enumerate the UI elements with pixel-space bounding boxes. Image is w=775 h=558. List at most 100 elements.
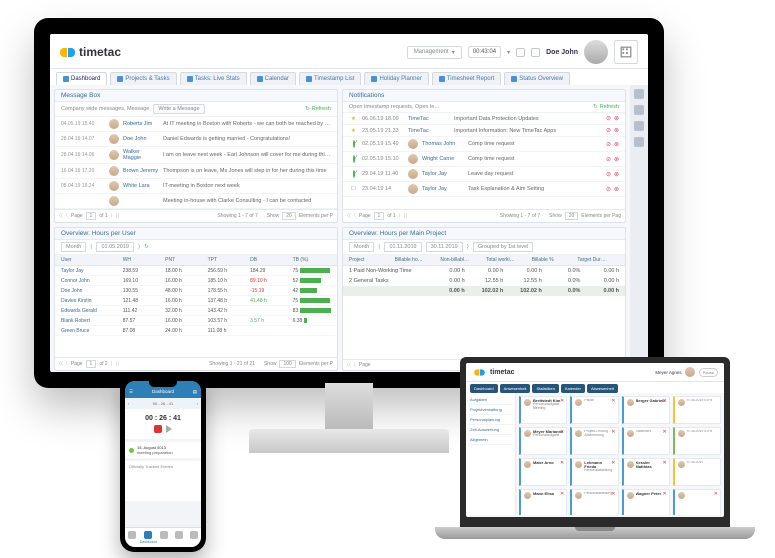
person-card[interactable]: Meyer MariannePersonalaufgabe ✕ — [519, 427, 567, 455]
col-header[interactable]: Billable % — [530, 257, 576, 263]
notification-row[interactable]: ★ 23.05.19 21.33 TimeTac Important Infor… — [343, 125, 625, 137]
prev-day-icon[interactable]: ‹ — [128, 401, 129, 406]
message-row[interactable]: Meeting in-house with Clarke Consulting … — [55, 194, 337, 209]
close-icon[interactable]: ✕ — [560, 398, 564, 404]
delete-icon[interactable]: ⊗ — [614, 186, 619, 193]
laptop-tab[interactable]: Abwesenheit — [587, 384, 618, 393]
brand-logo[interactable]: timetac — [472, 368, 515, 377]
nav-item[interactable] — [172, 528, 187, 547]
delete-icon[interactable]: ⊗ — [614, 171, 619, 178]
play-button[interactable] — [166, 425, 172, 433]
brand-logo[interactable]: timetac — [60, 45, 121, 59]
person-card[interactable]: h: 08.2019 0.0% — [673, 427, 721, 455]
play-icon[interactable] — [531, 48, 540, 57]
period-select[interactable]: Month — [349, 242, 374, 252]
user-avatar[interactable] — [685, 367, 695, 377]
table-row[interactable]: Green Bruce 87.08 24.00 h 111.08 h — [55, 326, 337, 336]
person-card[interactable]: Mann Elisa ✕ — [519, 489, 567, 515]
session-timer[interactable]: 00:43:04 — [468, 46, 501, 58]
sidebar-item[interactable]: Zeit-Auswertung — [468, 425, 513, 435]
laptop-tab[interactable]: Dashboard — [470, 384, 498, 393]
rail-icon[interactable] — [634, 121, 644, 131]
close-icon[interactable]: ✕ — [611, 460, 615, 466]
table-row[interactable]: Davies Kirstin 121.48 16.00 h 137.48 h 4… — [55, 296, 337, 306]
col-header[interactable]: Target Dur… — [575, 257, 621, 263]
rail-icon[interactable] — [634, 137, 644, 147]
table-row[interactable]: Edwards Gerald 111.42 32.00 h 143.42 h 8… — [55, 306, 337, 316]
org-button[interactable] — [614, 40, 638, 64]
group-select[interactable]: Grouped by 1st level — [473, 242, 533, 252]
stop-button[interactable] — [154, 425, 162, 433]
prev-page-icon[interactable]: ⟨ — [66, 213, 68, 219]
period-select[interactable]: Month — [61, 242, 86, 252]
tab-timesheet-report[interactable]: Timesheet Report — [432, 72, 501, 85]
message-row[interactable]: 28.04.19 14.06 Walker Maggie I am on lea… — [55, 147, 337, 164]
notification-row[interactable]: 02.05.19 15.49 Thomas John Comp time req… — [343, 137, 625, 152]
col-header[interactable]: Billable ho… — [393, 257, 439, 263]
refresh-button[interactable]: Refresh — [305, 106, 331, 112]
table-row[interactable]: 2 General Tasks0.00 h12.55 h12.55 h0.0%0… — [343, 276, 625, 286]
nav-item[interactable] — [186, 528, 201, 547]
tab-timestamp-list[interactable]: Timestamp List — [299, 72, 361, 85]
person-card[interactable]: Pause ✕ — [570, 396, 618, 424]
close-icon[interactable]: ✕ — [560, 429, 564, 435]
close-icon[interactable]: ✕ — [663, 398, 667, 404]
person-card[interactable]: ✕ — [673, 489, 721, 515]
notification-row[interactable]: ☐ 23.04.19 14 Taylor Jay Task Explanatio… — [343, 182, 625, 197]
next-page-icon[interactable]: ⟩ — [111, 213, 113, 219]
delete-icon[interactable]: ⊗ — [614, 156, 619, 163]
col-header[interactable]: DB — [248, 257, 290, 263]
person-card[interactable]: h: 08.2019 — [673, 458, 721, 486]
refresh-button[interactable]: Refresh — [593, 104, 619, 110]
write-message-button[interactable]: Write a Message — [153, 104, 204, 114]
chevron-down-icon[interactable]: ▾ — [507, 49, 510, 56]
col-header[interactable]: Project — [347, 257, 393, 263]
page-input[interactable]: 1 — [86, 212, 97, 220]
sidebar-item[interactable]: Projektverwaltung — [468, 405, 513, 415]
close-icon[interactable]: ✕ — [560, 460, 564, 466]
col-header[interactable]: User — [59, 257, 121, 263]
tab-dashboard[interactable]: Dashboard — [56, 72, 107, 85]
task-list[interactable]: Officially Tracked Entries — [125, 461, 201, 501]
menu-icon[interactable]: ☰ — [129, 389, 133, 395]
notification-row[interactable]: ★ 06.06.19 18.09 TimeTac Important Data … — [343, 113, 625, 125]
close-icon[interactable]: ✕ — [611, 429, 615, 435]
sidebar-item[interactable]: Allgemein — [468, 435, 513, 445]
table-row[interactable]: Taylor Jay 238.59 18.00 h 256.59 h 184.2… — [55, 266, 337, 276]
notification-row[interactable]: 29.04.19 11.40 Taylor Jay Leave day requ… — [343, 167, 625, 182]
close-icon[interactable]: ✕ — [560, 491, 564, 497]
search-icon[interactable]: ⊘ — [606, 115, 611, 122]
laptop-username[interactable]: Meyer Agnes — [655, 370, 681, 375]
laptop-tab[interactable]: Anwesenheit — [500, 384, 531, 393]
first-page-icon[interactable]: ⟨⟨ — [59, 213, 63, 219]
table-row[interactable]: Connor John 169.10 16.00 h 185.10 h 89.1… — [55, 276, 337, 286]
col-header[interactable]: TB (%) — [291, 257, 333, 263]
close-icon[interactable]: ✕ — [663, 491, 667, 497]
table-row[interactable]: Blank Robert 87.57 16.00 h 103.57 h 3.57… — [55, 316, 337, 326]
table-row[interactable]: 1 Paid Non-Working Time0.00 h0.00 h0.00 … — [343, 266, 625, 276]
person-card[interactable]: Projekt-Leitung Abstimmung ✕ — [570, 427, 618, 455]
stop-icon[interactable] — [516, 48, 525, 57]
username[interactable]: Doe John — [546, 49, 578, 56]
page-size-input[interactable]: 20 — [282, 212, 296, 220]
person-card[interactable]: Statement ✕ — [622, 427, 670, 455]
rail-icon[interactable] — [634, 89, 644, 99]
tab-status-overview[interactable]: Status Overview — [504, 72, 570, 85]
close-icon[interactable]: ✕ — [611, 491, 615, 497]
page-size-input[interactable]: 100 — [279, 360, 295, 368]
notification-row[interactable]: 02.05.19 15.10 Wright Carrie Comp time r… — [343, 152, 625, 167]
filter-icon[interactable]: ▤ — [193, 389, 197, 395]
date-selector[interactable]: ‹ 00 - 26 - 41 › — [125, 398, 201, 409]
sidebar-item[interactable]: Aufgaben — [468, 395, 513, 405]
col-header[interactable]: PNT — [163, 257, 205, 263]
date-input[interactable]: 01.05.2019 — [96, 242, 134, 252]
page-input[interactable]: 1 — [374, 212, 385, 220]
next-day-icon[interactable]: › — [197, 401, 198, 406]
delete-icon[interactable]: ⊗ — [614, 127, 619, 134]
person-card[interactable]: Maier Arno ✕ — [519, 458, 567, 486]
prev-page-icon[interactable]: ⟨ — [354, 213, 356, 219]
nav-item[interactable] — [125, 528, 140, 547]
search-icon[interactable]: ⊘ — [606, 156, 611, 163]
next-page-icon[interactable]: ⟩ — [399, 213, 401, 219]
person-card[interactable]: Breitstedt KimPersonalaufgabe Meeting ✕ — [519, 396, 567, 424]
